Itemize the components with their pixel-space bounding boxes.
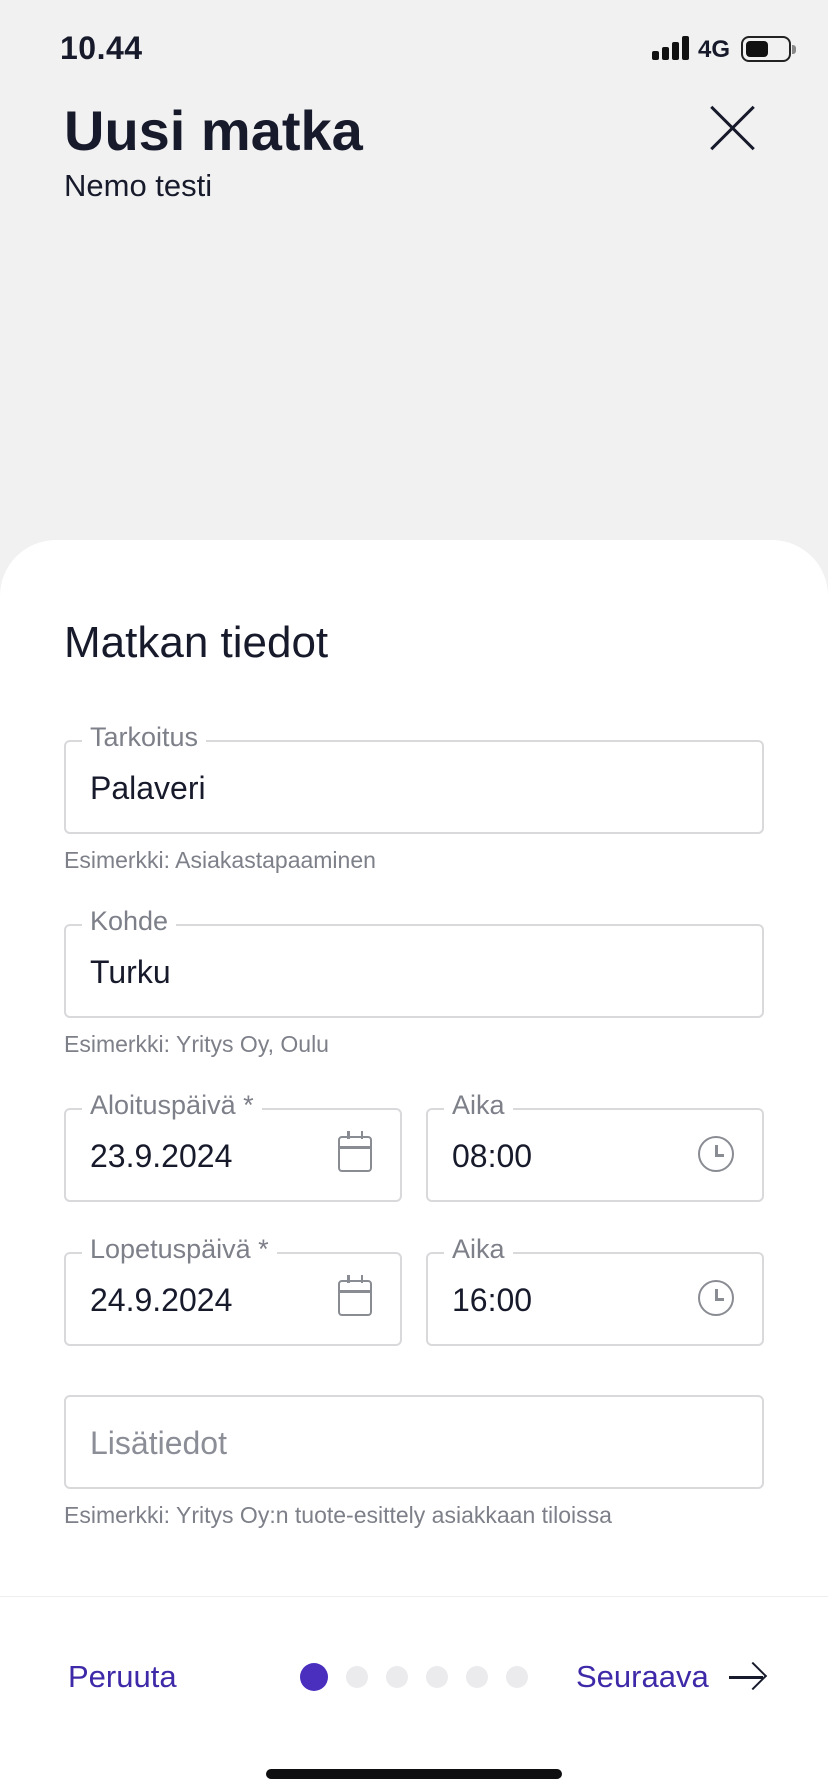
- end-time-label: Aika: [444, 1234, 513, 1265]
- end-date-label: Lopetuspäivä *: [82, 1234, 277, 1265]
- details-placeholder: Lisätiedot: [90, 1425, 227, 1461]
- next-button[interactable]: Seuraava: [576, 1659, 765, 1695]
- step-dot: [426, 1666, 448, 1688]
- start-time-label: Aika: [444, 1090, 513, 1121]
- end-time-field[interactable]: Aika 16:00: [426, 1234, 764, 1346]
- step-dot: [466, 1666, 488, 1688]
- close-icon[interactable]: [704, 100, 760, 156]
- network-label: 4G: [698, 36, 731, 63]
- signal-icon: [652, 36, 690, 60]
- start-time-value: 08:00: [452, 1138, 533, 1174]
- end-time-value: 16:00: [452, 1282, 533, 1318]
- home-indicator: [266, 1769, 562, 1779]
- end-date-field[interactable]: Lopetuspäivä * 24.9.2024: [64, 1234, 402, 1346]
- battery-icon: [741, 36, 796, 62]
- calendar-icon[interactable]: [338, 1275, 372, 1316]
- destination-field[interactable]: Kohde Turku: [64, 906, 764, 1018]
- cancel-button[interactable]: Peruuta: [68, 1659, 177, 1695]
- purpose-label: Tarkoitus: [82, 722, 207, 753]
- bottom-bar: Peruuta Seuraava: [0, 1596, 828, 1792]
- start-date-label: Aloituspäivä *: [82, 1090, 262, 1121]
- page-title: Uusi matka: [64, 99, 363, 162]
- purpose-field[interactable]: Tarkoitus Palaveri: [64, 722, 764, 834]
- details-field[interactable]: Lisätiedot: [64, 1395, 764, 1489]
- calendar-icon[interactable]: [338, 1131, 372, 1172]
- purpose-value: Palaveri: [90, 770, 206, 806]
- page-subtitle: Nemo testi: [64, 168, 213, 203]
- step-dot: [346, 1666, 368, 1688]
- destination-value: Turku: [90, 954, 171, 990]
- arrow-right-icon: [728, 1662, 765, 1692]
- purpose-helper: Esimerkki: Asiakastapaaminen: [64, 847, 376, 873]
- clock-icon[interactable]: [698, 1280, 734, 1316]
- destination-helper: Esimerkki: Yritys Oy, Oulu: [64, 1031, 329, 1057]
- section-title: Matkan tiedot: [64, 618, 329, 667]
- start-time-field[interactable]: Aika 08:00: [426, 1090, 764, 1202]
- step-indicator: [300, 1663, 528, 1691]
- next-button-label: Seuraava: [576, 1659, 709, 1694]
- start-date-field[interactable]: Aloituspäivä * 23.9.2024: [64, 1090, 402, 1202]
- details-helper: Esimerkki: Yritys Oy:n tuote-esittely as…: [64, 1502, 612, 1528]
- end-date-value: 24.9.2024: [90, 1282, 233, 1318]
- status-bar: 10.44 4G: [0, 0, 828, 100]
- clock-icon[interactable]: [698, 1136, 734, 1172]
- destination-label: Kohde: [82, 906, 177, 937]
- start-date-value: 23.9.2024: [90, 1138, 233, 1174]
- step-dot: [386, 1666, 408, 1688]
- step-dot-active: [300, 1663, 328, 1691]
- step-dot: [506, 1666, 528, 1688]
- status-time: 10.44: [60, 30, 143, 66]
